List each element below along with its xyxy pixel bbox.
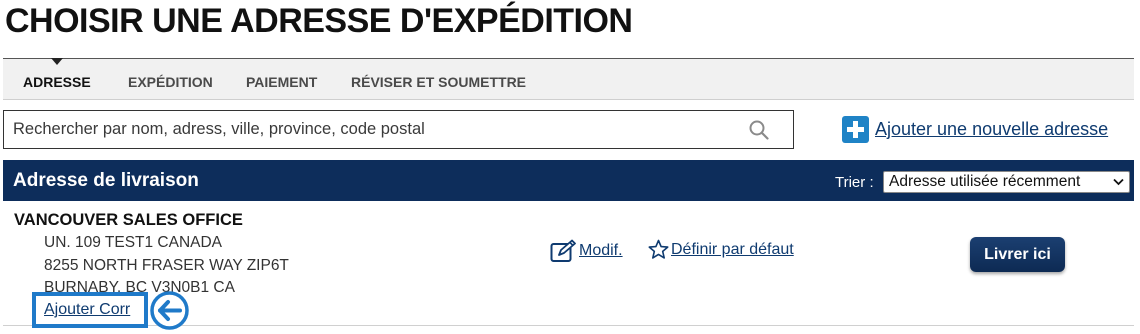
- edit-address-link[interactable]: Modif.: [550, 239, 623, 263]
- edit-address-label[interactable]: Modif.: [579, 242, 623, 260]
- search-icon[interactable]: [748, 119, 770, 141]
- add-corr-highlight: Ajouter Corr: [32, 292, 148, 328]
- sort-select[interactable]: Adresse utilisée récemment: [883, 171, 1130, 193]
- edit-icon: [550, 239, 576, 262]
- step-payment[interactable]: PAIEMENT: [246, 59, 317, 100]
- arrow-left-icon: [150, 291, 189, 330]
- sort-label: Trier :: [835, 174, 874, 191]
- active-step-caret: [51, 58, 63, 65]
- step-address[interactable]: ADRESSE: [23, 59, 91, 100]
- ship-here-button[interactable]: Livrer ici: [970, 237, 1065, 272]
- step-shipping[interactable]: EXPÉDITION: [128, 59, 213, 100]
- set-default-label[interactable]: Définir par défaut: [671, 241, 794, 259]
- search-box: [3, 110, 794, 149]
- sort-selected-value: Adresse utilisée récemment: [889, 173, 1081, 190]
- page-title: CHOISIR UNE ADRESSE D'EXPÉDITION: [5, 2, 633, 40]
- step-review-submit[interactable]: RÉVISER ET SOUMETTRE: [351, 59, 526, 100]
- add-corr-link[interactable]: Ajouter Corr: [44, 301, 130, 319]
- address-name: VANCOUVER SALES OFFICE: [14, 211, 243, 229]
- plus-icon: [842, 116, 869, 143]
- address-line: 8255 NORTH FRASER WAY ZIP6T: [44, 257, 289, 274]
- address-line: UN. 109 TEST1 CANADA: [44, 234, 223, 251]
- add-new-address-label[interactable]: Ajouter une nouvelle adresse: [875, 119, 1108, 140]
- set-default-link[interactable]: Définir par défaut: [648, 239, 794, 260]
- chevron-down-icon: [1113, 178, 1124, 186]
- search-input[interactable]: [4, 111, 734, 148]
- address-list-title: Adresse de livraison: [13, 170, 199, 191]
- star-icon: [648, 239, 669, 259]
- address-list-header: Adresse de livraison Trier : Adresse uti…: [3, 160, 1134, 201]
- add-new-address-link[interactable]: Ajouter une nouvelle adresse: [842, 116, 1108, 143]
- checkout-steps: ADRESSE EXPÉDITION PAIEMENT RÉVISER ET S…: [3, 58, 1134, 100]
